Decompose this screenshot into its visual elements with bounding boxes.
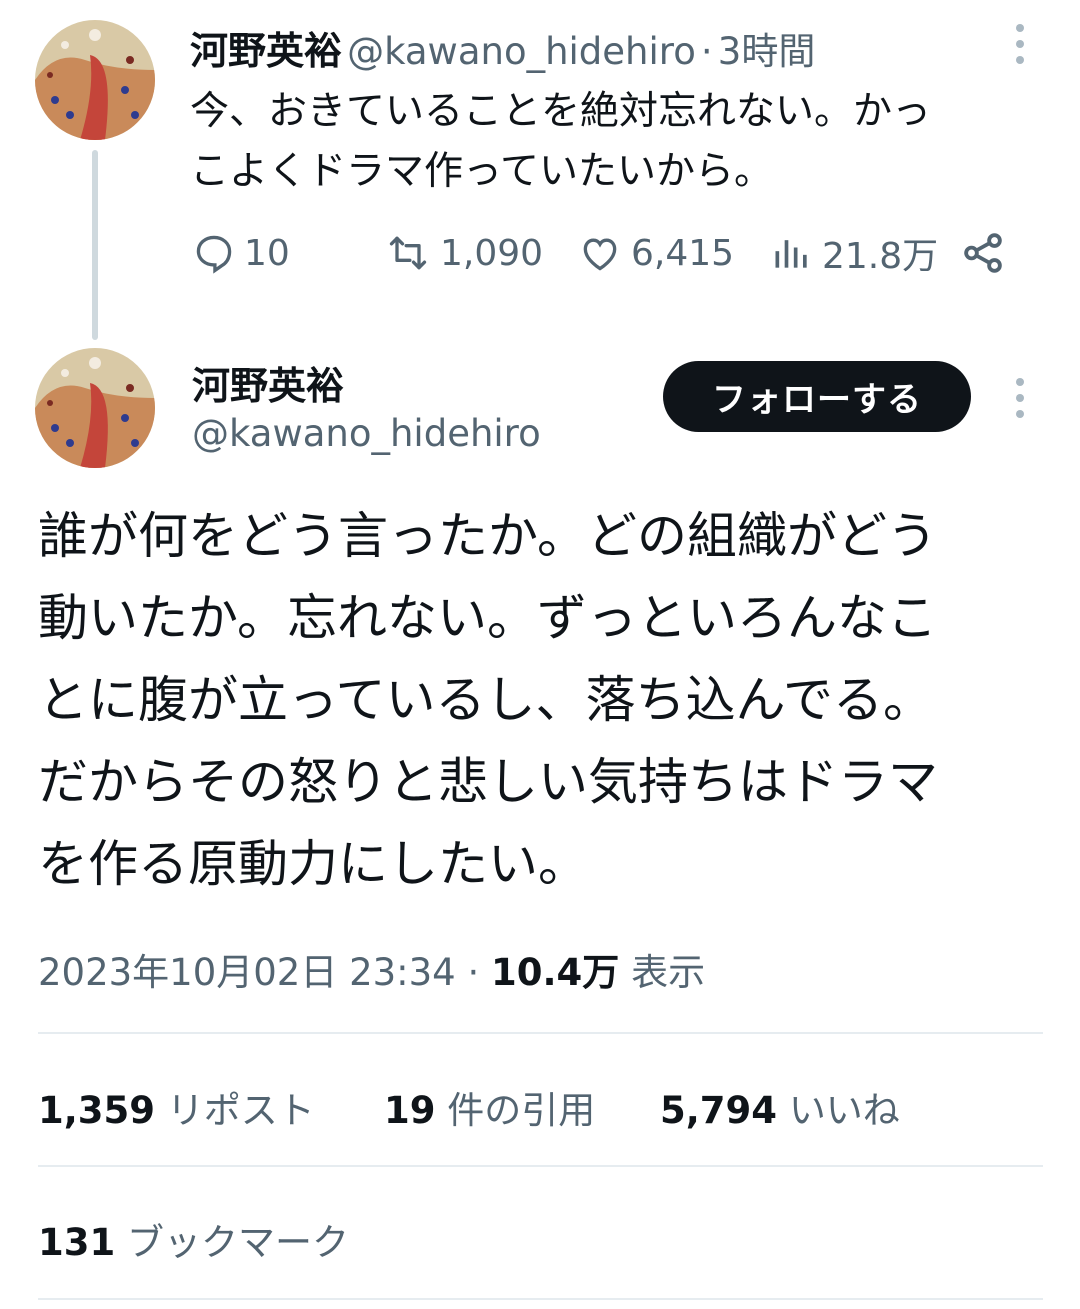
main-author-name[interactable]: 河野英裕 (192, 355, 344, 410)
parent-header: 河野英裕 @kawano_hidehiro · 3時間 (190, 20, 815, 75)
main-handle[interactable]: @kawano_hidehiro (192, 412, 541, 455)
divider (38, 1298, 1043, 1300)
parent-separator: · (700, 30, 713, 73)
reply-icon (196, 235, 232, 274)
repost-icon (389, 236, 427, 270)
follow-button[interactable]: フォローする (663, 361, 971, 432)
main-avatar[interactable] (35, 348, 155, 468)
quotes-label: 件の引用 (447, 1089, 596, 1132)
parent-author-name[interactable]: 河野英裕 (190, 29, 342, 73)
reposts-stat[interactable]: 1,359 リポスト (38, 1080, 315, 1134)
like-count: 6,415 (631, 232, 735, 274)
meta-dot: · (467, 951, 480, 994)
views-count: 21.8万 (822, 236, 939, 277)
parent-text: 今、おきていることを絶対忘れない。かっ こよくドラマ作っていたいから。 (190, 82, 1050, 202)
share-button[interactable] (960, 230, 1006, 280)
divider (38, 1165, 1043, 1167)
reposts-label: リポスト (166, 1089, 315, 1132)
main-post-text: 誰が何をどう言ったか。どの組織がどう 動いたか。忘れない。ずっといろんなこ とに… (38, 495, 1048, 905)
parent-avatar[interactable] (35, 20, 155, 140)
main-text-line: 誰が何をどう言ったか。どの組織がどう (38, 507, 937, 565)
quotes-count: 19 (384, 1089, 436, 1132)
repost-action[interactable]: 1,090 (384, 228, 543, 278)
bookmarks-label: ブックマーク (127, 1221, 349, 1264)
views-icon (775, 240, 807, 268)
main-text-line: を作る原動力にしたい。 (38, 835, 588, 893)
main-text-line: 動いたか。忘れない。ずっといろんなこ (38, 589, 937, 647)
reply-count: 10 (244, 232, 290, 274)
bookmarks-stat[interactable]: 131 ブックマーク (38, 1212, 349, 1266)
views-action[interactable]: 21.8万 (770, 228, 938, 278)
parent-text-line: 今、おきていることを絶対忘れない。かっ (190, 89, 932, 134)
post-meta: 2023年10月02日 23:34 · 10.4万 表示 (38, 942, 705, 996)
likes-label: いいね (788, 1089, 900, 1132)
share-icon (964, 233, 1002, 273)
like-action[interactable]: 6,415 (577, 228, 734, 278)
repost-count: 1,090 (440, 232, 544, 274)
main-more-icon[interactable] (1015, 378, 1025, 418)
quotes-stat[interactable]: 19 件の引用 (384, 1080, 595, 1134)
like-icon (583, 238, 617, 271)
post-timestamp[interactable]: 2023年10月02日 23:34 (38, 951, 456, 994)
main-text-line: とに腹が立っているし、落ち込んでる。 (38, 671, 933, 729)
likes-stat[interactable]: 5,794 いいね (660, 1080, 900, 1134)
bookmarks-count: 131 (38, 1221, 116, 1264)
reply-action[interactable]: 10 (192, 228, 290, 278)
main-text-line: だからその怒りと悲しい気持ちはドラマ (38, 753, 938, 811)
post-view-count: 10.4万 (491, 951, 620, 994)
parent-more-icon[interactable] (1015, 24, 1025, 64)
post-view-label: 表示 (631, 951, 706, 994)
divider (38, 1032, 1043, 1034)
parent-text-line: こよくドラマ作っていたいから。 (190, 149, 774, 194)
parent-time[interactable]: 3時間 (718, 30, 816, 73)
reposts-count: 1,359 (38, 1089, 156, 1132)
thread-line (92, 150, 98, 340)
parent-handle[interactable]: @kawano_hidehiro (347, 30, 696, 73)
likes-count: 5,794 (660, 1089, 778, 1132)
